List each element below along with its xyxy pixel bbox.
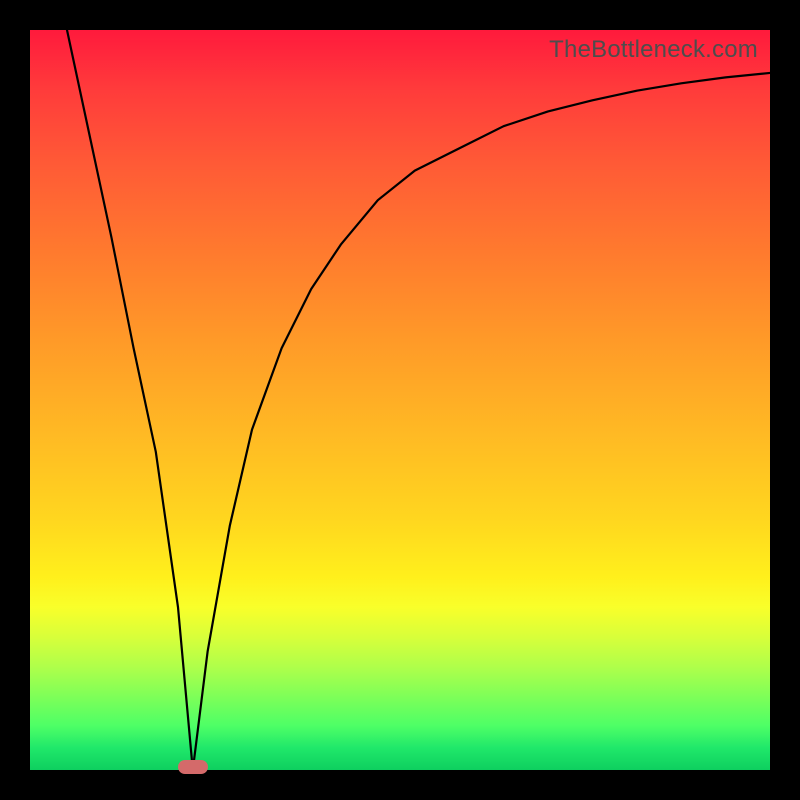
bottleneck-curve (30, 30, 770, 770)
plot-area: TheBottleneck.com (30, 30, 770, 770)
chart-frame: TheBottleneck.com (0, 0, 800, 800)
optimal-marker (178, 760, 208, 774)
